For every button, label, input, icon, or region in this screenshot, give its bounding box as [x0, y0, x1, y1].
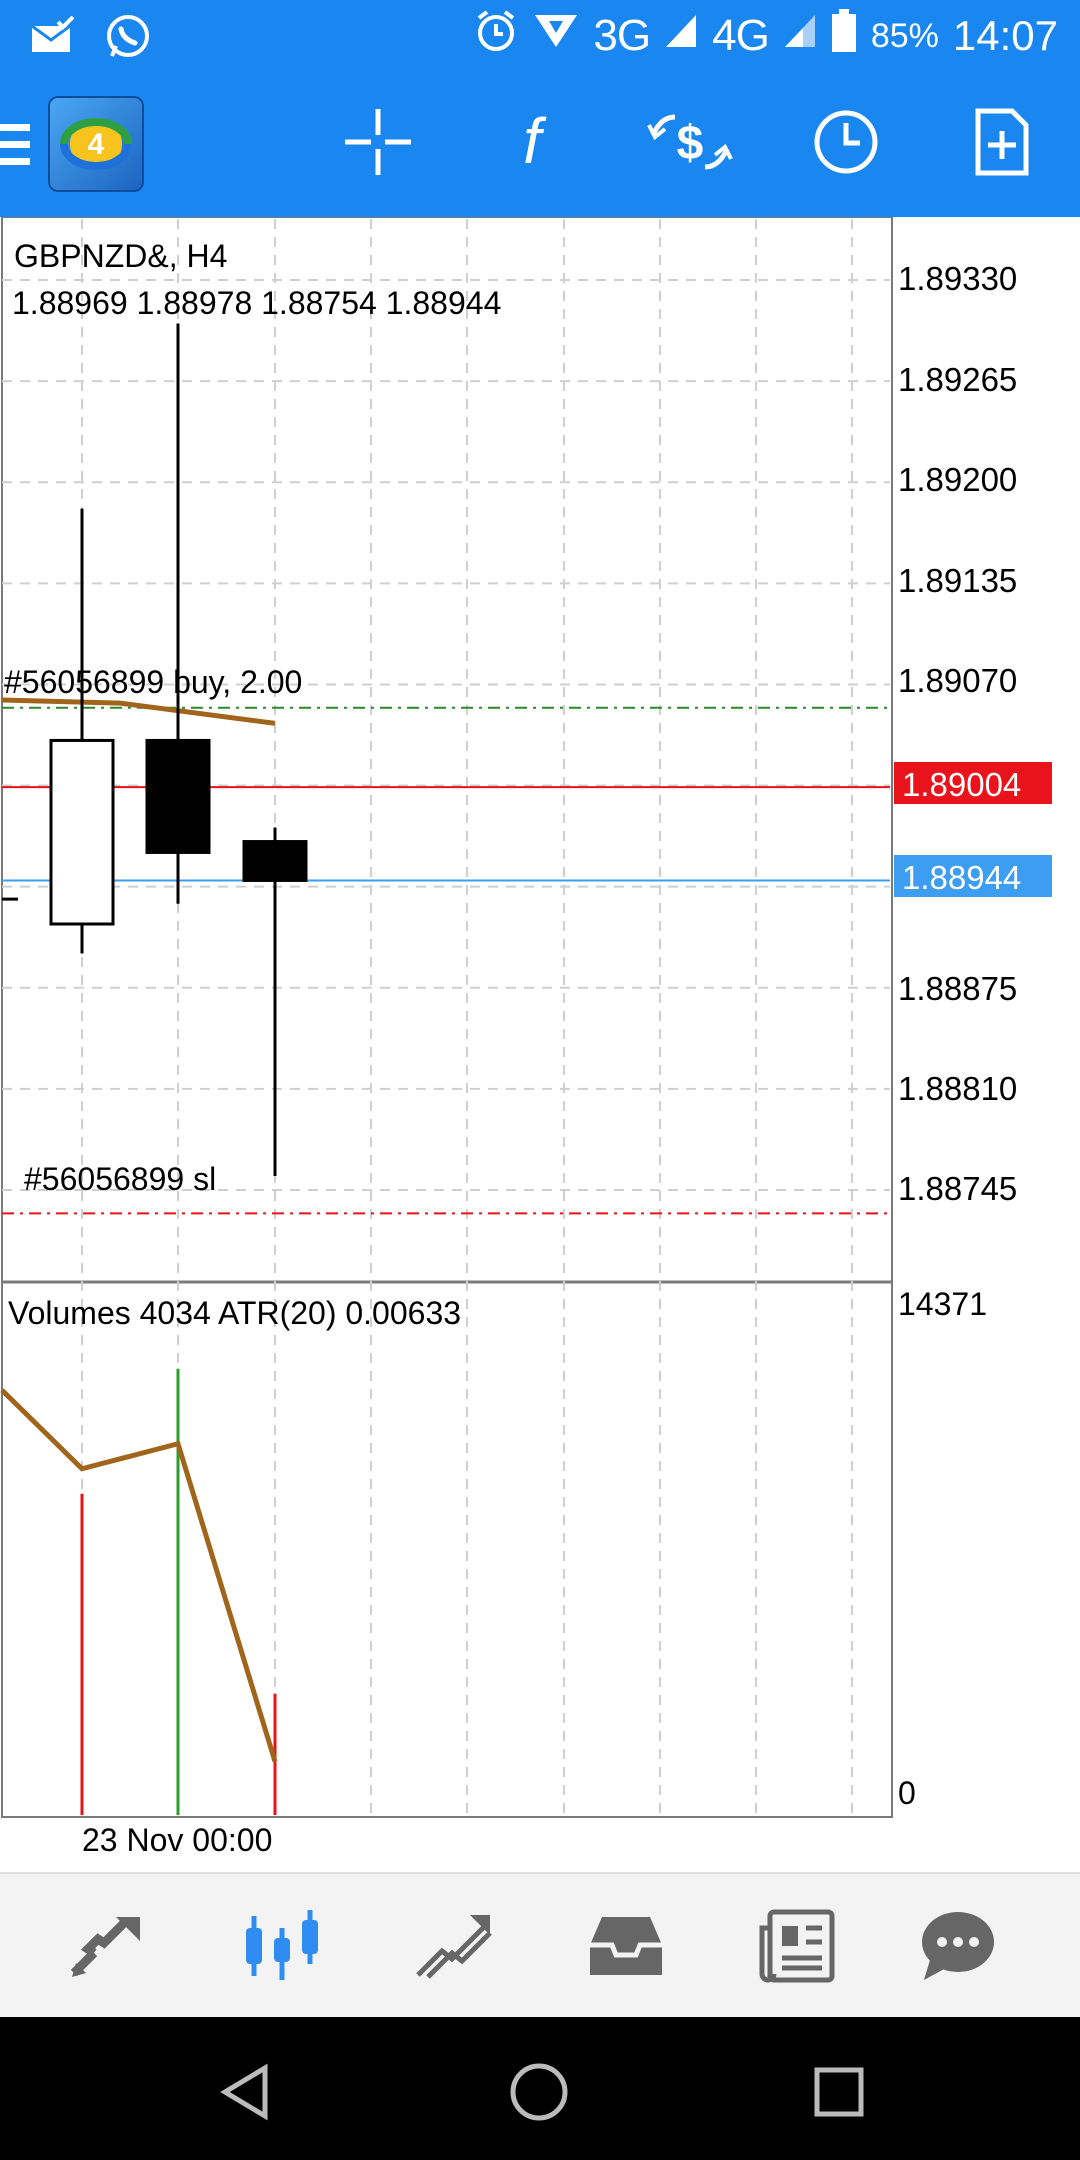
app-logo[interactable]: 4: [48, 96, 144, 192]
price-axis-label: 1.89265: [898, 361, 1017, 398]
svg-text:f: f: [523, 107, 547, 177]
logo-digit: 4: [88, 128, 105, 161]
new-order-icon[interactable]: [952, 92, 1052, 192]
volumes-label: Volumes 4034 ATR(20) 0.00633: [8, 1295, 461, 1331]
volume-axis-min: 0: [898, 1775, 916, 1811]
chart-area[interactable]: GBPNZD&, H4 1.88969 1.88978 1.88754 1.88…: [0, 217, 1080, 1872]
signal-icon: [533, 11, 579, 61]
candle-body: [145, 738, 211, 854]
back-icon[interactable]: [200, 2047, 290, 2137]
network-3g: 3G: [593, 11, 651, 60]
cell-signal-icon-2: [783, 13, 817, 59]
network-4g: 4G: [712, 11, 770, 60]
history-icon[interactable]: [576, 1896, 676, 1996]
time-axis-label: 23 Nov 00:00: [82, 1822, 272, 1858]
toolbar: 4 f $: [0, 72, 1080, 217]
price-axis-label: 1.88745: [898, 1170, 1017, 1207]
trade-icon[interactable]: $: [640, 92, 740, 192]
price-axis: 1.89330 1.89265 1.89200 1.89135 1.89070 …: [898, 260, 1017, 1207]
candle-body: [242, 840, 308, 882]
menu-icon[interactable]: [0, 124, 30, 166]
cell-signal-icon: [664, 13, 698, 59]
home-icon[interactable]: [494, 2047, 584, 2137]
price-axis-label: 1.89135: [898, 562, 1017, 599]
status-indicators: 3G 4G 85% 14:07: [473, 8, 1058, 64]
recents-icon[interactable]: [794, 2047, 884, 2137]
price-axis-label: 1.89070: [898, 662, 1017, 699]
bottom-nav: [0, 1872, 1080, 2017]
clock: 14:07: [952, 12, 1058, 59]
battery-icon: [831, 9, 857, 63]
symbol-title: GBPNZD&, H4: [14, 238, 227, 274]
order-label: #56056899 buy, 2.00: [4, 664, 302, 700]
ask-price-tag: 1.89004: [902, 766, 1021, 803]
price-axis-label: 1.89200: [898, 461, 1017, 498]
alarm-icon: [473, 8, 519, 64]
bid-price-tag: 1.88944: [902, 859, 1021, 896]
price-chart[interactable]: GBPNZD&, H4 1.88969 1.88978 1.88754 1.88…: [0, 217, 1080, 1872]
price-axis-label: 1.88875: [898, 970, 1017, 1007]
trade-nav-icon[interactable]: [404, 1896, 504, 1996]
indicators-icon[interactable]: f: [482, 92, 582, 192]
stop-loss-label: #56056899 sl: [24, 1161, 216, 1197]
battery-percent: 85%: [870, 16, 939, 55]
status-bar: 3G 4G 85% 14:07: [0, 0, 1080, 72]
price-axis-label: 1.88810: [898, 1070, 1017, 1107]
timeframe-icon[interactable]: [796, 92, 896, 192]
mail-icon: [30, 15, 76, 61]
crosshair-icon[interactable]: [328, 92, 428, 192]
chat-icon[interactable]: [908, 1896, 1008, 1996]
system-nav-bar: [0, 2017, 1080, 2160]
whatsapp-icon: [104, 12, 152, 65]
candle-body: [49, 738, 115, 926]
svg-text:$: $: [677, 117, 704, 170]
status-notifications: [30, 12, 152, 65]
news-icon[interactable]: [748, 1896, 848, 1996]
price-axis-label: 1.89330: [898, 260, 1017, 297]
volume-axis-max: 14371: [898, 1286, 987, 1322]
ohlc-values: 1.88969 1.88978 1.88754 1.88944: [12, 285, 501, 321]
chart-icon[interactable]: [232, 1896, 332, 1996]
quotes-icon[interactable]: [58, 1896, 158, 1996]
